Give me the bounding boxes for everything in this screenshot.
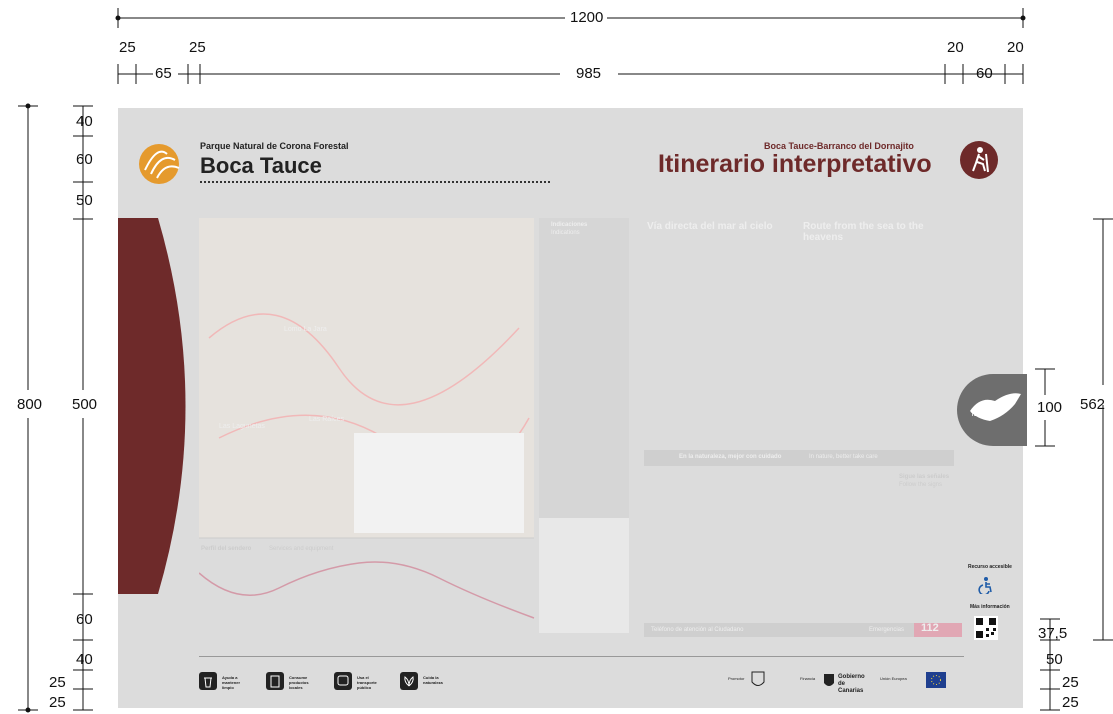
place-name: Boca Tauce [200, 153, 322, 178]
footer-item-clean: Ayuda a mantener limpio [222, 675, 241, 690]
dim-right-25b: 25 [1062, 694, 1079, 711]
dim-left-60b: 60 [76, 611, 93, 628]
dim-right-total: 562 [1080, 396, 1106, 413]
dim-right-25a: 25 [1062, 674, 1079, 691]
dim-top-60: 60 [976, 65, 993, 82]
map-place-raices: Las Raíces [309, 416, 345, 423]
content-backdrop [199, 218, 962, 637]
dim-left-500: 500 [72, 396, 98, 413]
dim-left-50: 50 [76, 192, 93, 209]
promotor-label: Promotor [728, 676, 745, 681]
more-info-label: Más información [970, 604, 1010, 610]
cabildo-crest-icon [751, 671, 765, 686]
dim-right-tab: 100 [1037, 399, 1063, 416]
footer-item-transport: Usa el transporte público [357, 675, 377, 690]
dim-top-total: 1200 [570, 9, 604, 26]
footer-divider [199, 656, 964, 657]
eu-label: Unión Europea [880, 676, 907, 681]
gobierno-label: Gobierno de Canarias [838, 674, 865, 694]
financia-label: Financia [800, 676, 816, 681]
map-place-lomo: Lomo La Jara [284, 326, 327, 333]
care-banner: En la naturaleza, mejor con cuidado [679, 454, 782, 460]
title-underline [200, 181, 550, 183]
dim-left-total: 800 [17, 396, 43, 413]
bus-icon [334, 672, 352, 690]
dim-right-37: 37,5 [1038, 625, 1068, 642]
profile-title: Perfil del sendero [201, 546, 252, 552]
footer-item-nature: Cuida la naturaleza [423, 675, 443, 685]
gobierno-crest-icon [824, 674, 834, 686]
eu-flag-icon [926, 672, 946, 688]
map-place-lagunetas: Las Lagunetas [219, 423, 265, 430]
indicaciones-sub: Indications [551, 230, 580, 236]
indicaciones-title: Indicaciones [551, 222, 588, 228]
park-logo-icon [139, 144, 180, 184]
dim-top-20b: 20 [1007, 39, 1024, 56]
accessible-label: Recurso accesible [968, 564, 1012, 570]
emergency-label: Emergencias [869, 627, 905, 633]
dim-top-985: 985 [576, 65, 602, 82]
footer-item-local: Consume productos locales [289, 675, 309, 690]
accessibility-icon [978, 577, 992, 594]
profile-sub: Services and equipment [269, 546, 334, 552]
dim-left-25b: 25 [49, 694, 66, 711]
care-banner-en: In nature, better take care [809, 454, 878, 460]
section-title-en: Route from the sea to the heavens [803, 221, 924, 243]
tenerife-map-icon [970, 393, 1021, 421]
nature-icon [400, 672, 418, 690]
park-name: Parque Natural de Corona Forestal [200, 141, 349, 151]
dim-top-25a: 25 [119, 39, 136, 56]
signals-sub: Follow the signs [899, 482, 943, 488]
dim-top-25b: 25 [189, 39, 206, 56]
tab-label: TENERIFE [971, 412, 996, 418]
island-tab: TENERIFE [957, 374, 1027, 446]
signals-title: Sigue las señales [899, 474, 950, 480]
citizen-phone: Teléfono de atención al Ciudadano [651, 627, 744, 633]
dim-left-25a: 25 [49, 674, 66, 691]
qr-code-icon[interactable] [974, 616, 998, 640]
dim-left-40b: 40 [76, 651, 93, 668]
sign-type-title: Itinerario interpretativo [658, 150, 932, 178]
local-products-icon [266, 672, 284, 690]
hiker-icon [960, 141, 998, 179]
dim-left-40a: 40 [76, 113, 93, 130]
dim-top-65: 65 [155, 65, 172, 82]
dim-right-50: 50 [1046, 651, 1063, 668]
section-title-es: Vía directa del mar al cielo [647, 221, 773, 232]
dim-top-20a: 20 [947, 39, 964, 56]
emergency-number: 112 [921, 622, 939, 634]
trash-icon [199, 672, 217, 690]
dim-left-60a: 60 [76, 151, 93, 168]
content-area: Lomo La Jara Las Raíces Las Lagunetas In… [199, 218, 964, 638]
